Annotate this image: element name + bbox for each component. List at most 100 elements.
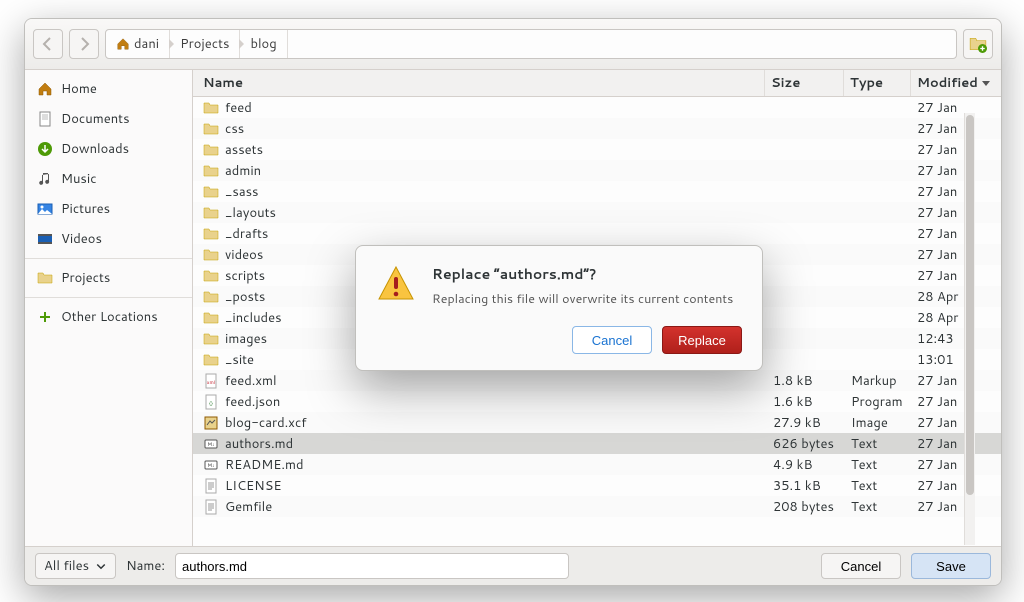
filename-label: Name:: [126, 557, 165, 575]
table-row[interactable]: _drafts 27 Jan: [193, 223, 1001, 244]
folder-icon: [203, 289, 219, 305]
file-modified-cell: 27 Jan: [911, 372, 1001, 390]
breadcrumb-segment[interactable]: blog: [240, 30, 287, 58]
sidebar-item-pictures[interactable]: Pictures: [25, 194, 192, 224]
folder-icon: [203, 268, 219, 284]
file-modified-cell: 27 Jan: [911, 225, 1001, 243]
sidebar-item-downloads[interactable]: Downloads: [25, 134, 192, 164]
xcf-icon: [203, 415, 219, 431]
file-modified-cell: 27 Jan: [911, 267, 1001, 285]
file-size-cell: 35.1 kB: [767, 477, 845, 495]
file-modified-cell: 27 Jan: [911, 435, 1001, 453]
breadcrumb-segment[interactable]: Projects: [170, 30, 240, 58]
table-row[interactable]: admin 27 Jan: [193, 160, 1001, 181]
filename-input[interactable]: [175, 553, 569, 579]
file-modified-cell: 27 Jan: [911, 246, 1001, 264]
scrollbar-thumb[interactable]: [966, 115, 974, 495]
file-name-cell: blog-card.xcf: [193, 414, 767, 432]
file-size-cell: 1.8 kB: [767, 372, 845, 390]
table-row[interactable]: feed.xml1.8 kBMarkup27 Jan: [193, 370, 1001, 391]
forward-button[interactable]: [69, 29, 99, 59]
sidebar-item-label: Projects: [61, 269, 110, 287]
file-modified-cell: 27 Jan: [911, 393, 1001, 411]
folder-icon: [37, 270, 53, 286]
file-type-cell: Text: [845, 498, 911, 516]
table-row[interactable]: authors.md626 bytesText27 Jan: [193, 433, 1001, 454]
sidebar-item-label: Home: [61, 80, 97, 98]
sidebar-item-label: Videos: [61, 230, 102, 248]
new-folder-button[interactable]: [963, 29, 993, 59]
column-header-size[interactable]: Size: [765, 70, 844, 96]
sidebar-item-music[interactable]: Music: [25, 164, 192, 194]
home-icon: [116, 37, 130, 51]
file-modified-cell: 27 Jan: [911, 456, 1001, 474]
file-size-cell: 626 bytes: [767, 435, 845, 453]
file-modified-cell: 27 Jan: [911, 414, 1001, 432]
new-folder-icon: [969, 35, 987, 53]
table-row[interactable]: Gemfile208 bytesText27 Jan: [193, 496, 1001, 517]
folder-icon: [203, 247, 219, 263]
warning-icon: [376, 264, 416, 304]
file-size-cell: 1.6 kB: [767, 393, 845, 411]
xml-icon: [203, 373, 219, 389]
sidebar-item-other-locations[interactable]: Other Locations: [25, 302, 192, 332]
file-name-cell: _drafts: [193, 225, 767, 243]
sort-desc-icon: [981, 78, 991, 88]
folder-icon: [203, 163, 219, 179]
file-name-cell: README.md: [193, 456, 767, 474]
table-row[interactable]: LICENSE35.1 kBText27 Jan: [193, 475, 1001, 496]
path-bar[interactable]: daniProjectsblog: [105, 29, 957, 59]
file-type-cell: Markup: [845, 372, 911, 390]
file-name-cell: css: [193, 120, 767, 138]
file-modified-cell: 27 Jan: [911, 99, 1001, 117]
scrollbar[interactable]: [964, 113, 975, 545]
table-row[interactable]: _sass27 Jan: [193, 181, 1001, 202]
dialog-title: Replace “authors.md”?: [432, 264, 733, 284]
table-row[interactable]: assets27 Jan: [193, 139, 1001, 160]
file-modified-cell: 27 Jan: [911, 477, 1001, 495]
file-modified-cell: 13:01: [911, 351, 1001, 369]
save-button[interactable]: Save: [911, 553, 991, 579]
file-name-cell: assets: [193, 141, 767, 159]
folder-icon: [203, 310, 219, 326]
table-row[interactable]: css 27 Jan: [193, 118, 1001, 139]
table-row[interactable]: README.md4.9 kBText27 Jan: [193, 454, 1001, 475]
file-name-cell: admin: [193, 162, 767, 180]
sidebar-item-home[interactable]: Home: [25, 74, 192, 104]
table-row[interactable]: feed27 Jan: [193, 97, 1001, 118]
column-headers: Name Size Type Modified: [193, 70, 1001, 97]
file-name-cell: _sass: [193, 183, 767, 201]
file-type-cell: Program: [845, 393, 911, 411]
file-size-cell: 27.9 kB: [767, 414, 845, 432]
table-row[interactable]: blog-card.xcf27.9 kBImage27 Jan: [193, 412, 1001, 433]
breadcrumb-segment[interactable]: dani: [106, 30, 170, 58]
file-modified-cell: 28 Apr: [911, 288, 1001, 306]
column-header-modified[interactable]: Modified: [911, 70, 1001, 96]
column-header-type[interactable]: Type: [844, 70, 911, 96]
file-modified-cell: 27 Jan: [911, 120, 1001, 138]
sidebar-bookmark-projects[interactable]: Projects: [25, 263, 192, 293]
column-header-name[interactable]: Name: [193, 70, 765, 96]
cancel-button[interactable]: Cancel: [821, 553, 901, 579]
toolbar: daniProjectsblog: [25, 19, 1001, 70]
folder-icon: [203, 100, 219, 116]
text-icon: [203, 499, 219, 515]
arrow-left-icon: [40, 36, 56, 52]
folder-icon: [203, 184, 219, 200]
action-bar: All files Name: Cancel Save: [25, 546, 1001, 585]
sidebar-item-label: Downloads: [61, 140, 129, 158]
back-button[interactable]: [33, 29, 63, 59]
file-name-cell: _layouts: [193, 204, 767, 222]
file-modified-cell: 27 Jan: [911, 204, 1001, 222]
dialog-cancel-button[interactable]: Cancel: [572, 326, 652, 354]
dialog-replace-button[interactable]: Replace: [662, 326, 742, 354]
file-size-cell: 208 bytes: [767, 498, 845, 516]
md-icon: [203, 436, 219, 452]
file-name-cell: authors.md: [193, 435, 767, 453]
file-filter-combo[interactable]: All files: [35, 553, 116, 579]
file-modified-cell: 27 Jan: [911, 162, 1001, 180]
sidebar-item-videos[interactable]: Videos: [25, 224, 192, 254]
table-row[interactable]: _layouts 27 Jan: [193, 202, 1001, 223]
table-row[interactable]: feed.json1.6 kBProgram27 Jan: [193, 391, 1001, 412]
sidebar-item-documents[interactable]: Documents: [25, 104, 192, 134]
